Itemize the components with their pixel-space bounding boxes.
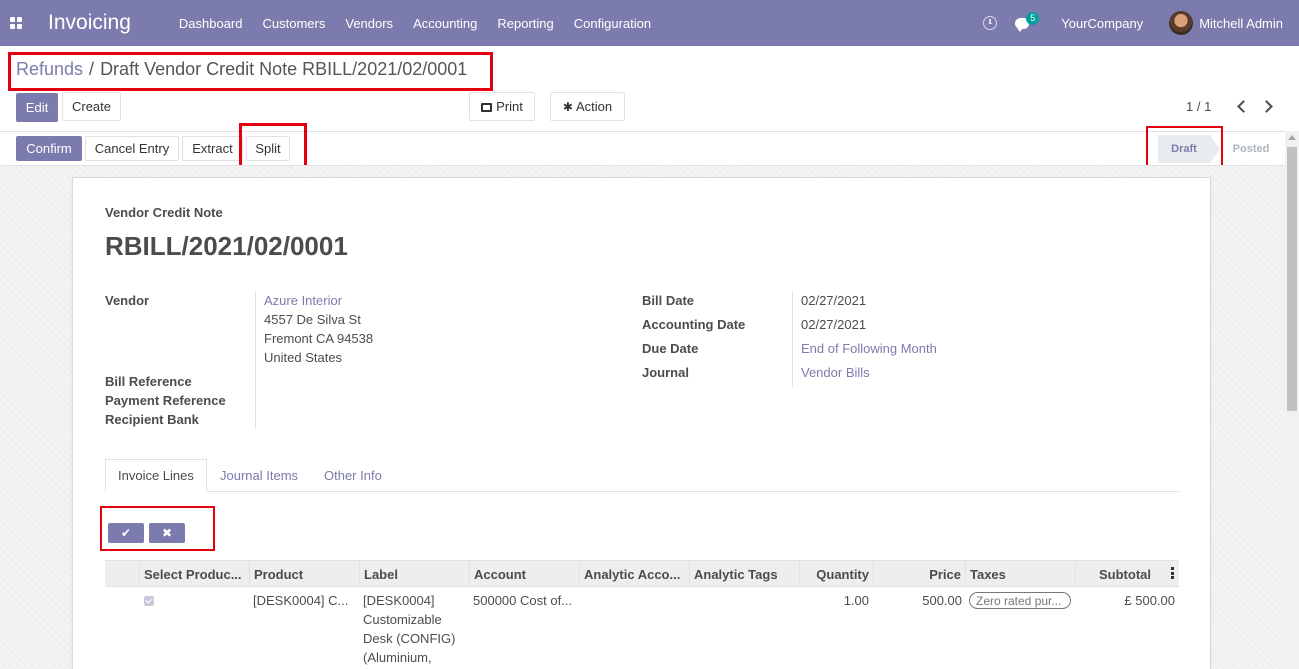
bill-date-value: 02/27/2021 <box>801 293 867 308</box>
edit-button[interactable]: Edit <box>16 93 58 122</box>
company-switcher[interactable]: YourCompany <box>1061 16 1143 31</box>
row-quantity[interactable]: 1.00 <box>800 591 869 610</box>
vendor-address-line1: 4557 De Silva St <box>264 312 361 327</box>
chevron-left-icon[interactable] <box>1237 100 1250 113</box>
row-select-product-checkbox[interactable] <box>144 596 154 606</box>
menu-dashboard[interactable]: Dashboard <box>169 16 253 31</box>
journal-label: Journal <box>642 365 689 380</box>
breadcrumb-separator: / <box>89 59 95 79</box>
invoice-lines-header: Select Produc... Product Label Account A… <box>105 560 1179 587</box>
printer-icon <box>481 103 493 112</box>
bill-reference-label: Bill Reference <box>105 374 192 389</box>
message-count-badge: 5 <box>1026 12 1040 25</box>
action-button[interactable]: ✱ Action <box>550 92 625 121</box>
stage-draft[interactable]: Draft <box>1158 135 1220 163</box>
cancel-entry-button[interactable]: Cancel Entry <box>85 136 179 161</box>
split-button[interactable]: Split <box>246 136 290 161</box>
confirm-lines-button[interactable]: ✔ <box>108 523 144 543</box>
row-label-line4[interactable]: (Aluminium, <box>363 648 432 667</box>
stage-posted[interactable]: Posted <box>1228 135 1274 163</box>
user-name: Mitchell Admin <box>1199 15 1283 31</box>
scroll-thumb[interactable] <box>1287 147 1297 411</box>
tab-invoice-lines[interactable]: Invoice Lines <box>105 459 207 492</box>
due-date-label: Due Date <box>642 341 699 356</box>
document-name: RBILL/2021/02/0001 <box>105 231 348 261</box>
payment-reference-label: Payment Reference <box>105 393 226 408</box>
column-taxes[interactable]: Taxes <box>965 561 1075 587</box>
row-product[interactable]: [DESK0004] C... <box>253 591 355 610</box>
breadcrumb-current: Draft Vendor Credit Note RBILL/2021/02/0… <box>100 59 468 79</box>
main-menu: Dashboard Customers Vendors Accounting R… <box>169 16 661 31</box>
column-label[interactable]: Label <box>359 561 469 587</box>
column-analytic-tags[interactable]: Analytic Tags <box>689 561 799 587</box>
row-account[interactable]: 500000 Cost of... <box>473 591 577 610</box>
app-name[interactable]: Invoicing <box>48 11 131 35</box>
discard-lines-button[interactable]: ✖ <box>149 523 185 543</box>
column-product[interactable]: Product <box>249 561 359 587</box>
top-navbar: Invoicing Dashboard Customers Vendors Ac… <box>0 0 1299 46</box>
accounting-date-label: Accounting Date <box>642 317 746 332</box>
breadcrumb-refunds-link[interactable]: Refunds <box>16 59 83 80</box>
row-label-line1[interactable]: [DESK0004] <box>363 591 435 610</box>
optional-columns-icon[interactable] <box>1171 567 1174 581</box>
row-subtotal: £ 500.00 <box>1124 593 1175 608</box>
avatar <box>1169 11 1194 35</box>
vendor-label: Vendor <box>105 293 150 308</box>
menu-accounting[interactable]: Accounting <box>403 16 487 31</box>
due-date-value[interactable]: End of Following Month <box>801 341 937 356</box>
right-field-divider <box>792 291 793 387</box>
column-account[interactable]: Account <box>469 561 579 587</box>
recipient-bank-label: Recipient Bank <box>105 412 199 427</box>
menu-configuration[interactable]: Configuration <box>564 16 661 31</box>
journal-value[interactable]: Vendor Bills <box>801 365 870 380</box>
column-select-product[interactable]: Select Produc... <box>139 561 249 587</box>
user-menu[interactable]: Mitchell Admin <box>1169 11 1283 35</box>
bill-date-label: Bill Date <box>642 293 695 308</box>
vertical-scrollbar[interactable] <box>1285 131 1299 669</box>
column-price[interactable]: Price <box>873 561 965 587</box>
extract-button[interactable]: Extract <box>182 136 243 161</box>
gear-icon: ✱ <box>562 99 573 114</box>
create-button[interactable]: Create <box>62 92 121 121</box>
column-analytic-account[interactable]: Analytic Acco... <box>579 561 689 587</box>
messaging-button[interactable]: 5 <box>1015 12 1040 32</box>
document-type: Vendor Credit Note <box>105 205 223 220</box>
tab-other-info[interactable]: Other Info <box>312 459 394 492</box>
row-price[interactable]: 500.00 <box>880 591 962 610</box>
check-icon: ✔ <box>120 526 132 540</box>
menu-vendors[interactable]: Vendors <box>335 16 403 31</box>
left-field-divider <box>255 291 256 429</box>
accounting-date-value: 02/27/2021 <box>801 317 867 332</box>
scroll-up-icon[interactable] <box>1288 135 1296 140</box>
row-label-line2[interactable]: Customizable <box>363 610 442 629</box>
row-tax-tag[interactable]: Zero rated pur... <box>969 592 1071 609</box>
action-label: Action <box>575 99 613 114</box>
vendor-name-link[interactable]: Azure Interior <box>264 293 342 308</box>
apps-menu-icon[interactable] <box>0 0 32 46</box>
column-subtotal[interactable]: Subtotal <box>1075 561 1155 587</box>
confirm-button[interactable]: Confirm <box>16 136 82 161</box>
vendor-address-line3: United States <box>264 350 343 365</box>
chevron-right-icon[interactable] <box>1260 100 1273 113</box>
pager-value[interactable]: 1 / 1 <box>1186 99 1211 114</box>
activity-clock-icon[interactable] <box>983 16 998 30</box>
row-label-line3[interactable]: Desk (CONFIG) <box>363 629 455 648</box>
vendor-address-line2: Fremont CA 94538 <box>264 331 374 346</box>
print-button[interactable]: Print <box>469 92 535 121</box>
menu-reporting[interactable]: Reporting <box>487 16 563 31</box>
tab-journal-items[interactable]: Journal Items <box>208 459 310 492</box>
print-label: Print <box>496 99 523 114</box>
breadcrumb: Refunds / Draft Vendor Credit Note RBILL… <box>16 59 467 80</box>
statusbar-top-divider <box>0 131 1299 132</box>
close-icon: ✖ <box>161 526 173 540</box>
column-quantity[interactable]: Quantity <box>799 561 873 587</box>
menu-customers[interactable]: Customers <box>253 16 336 31</box>
